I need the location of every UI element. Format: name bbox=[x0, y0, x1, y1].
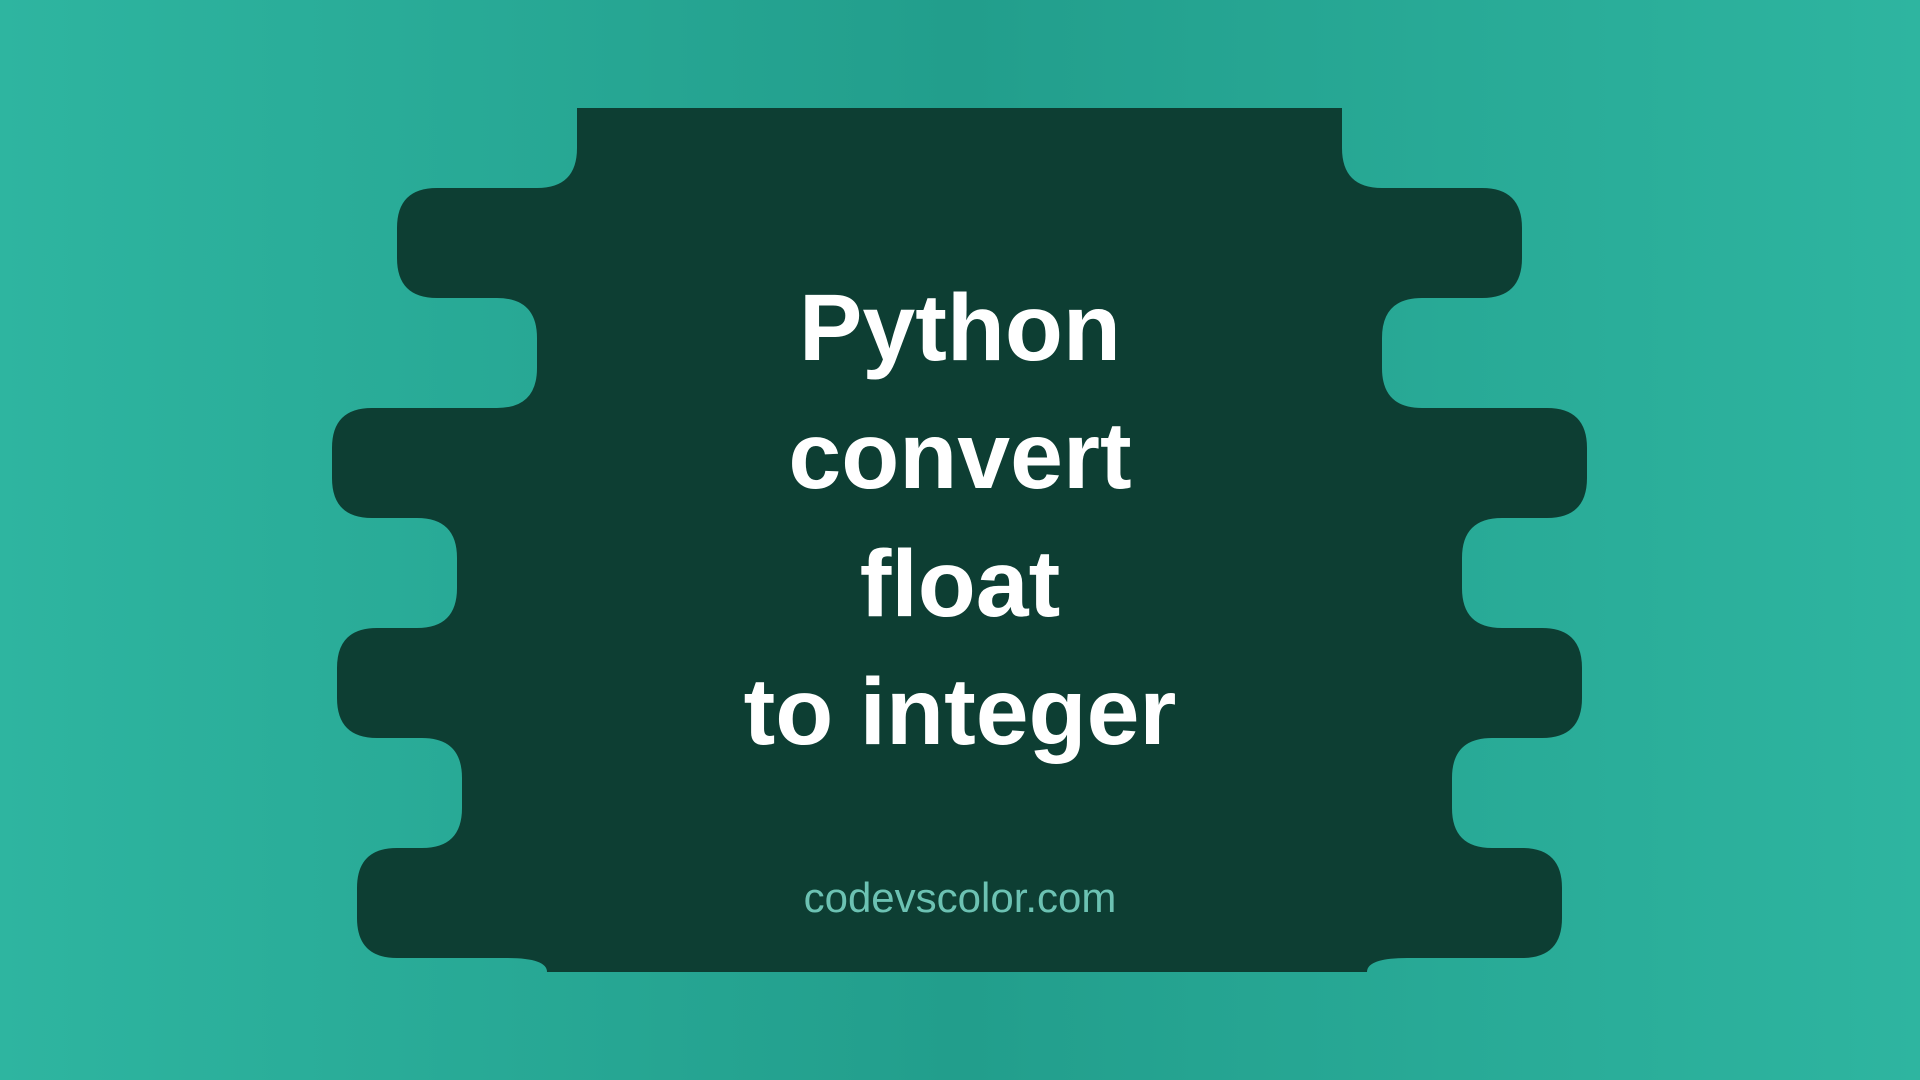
graphic-banner: Python convert float to integer codevsco… bbox=[192, 108, 1728, 972]
content-area: Python convert float to integer codevsco… bbox=[192, 108, 1728, 972]
site-name: codevscolor.com bbox=[804, 874, 1117, 922]
main-title: Python convert float to integer bbox=[744, 264, 1177, 777]
